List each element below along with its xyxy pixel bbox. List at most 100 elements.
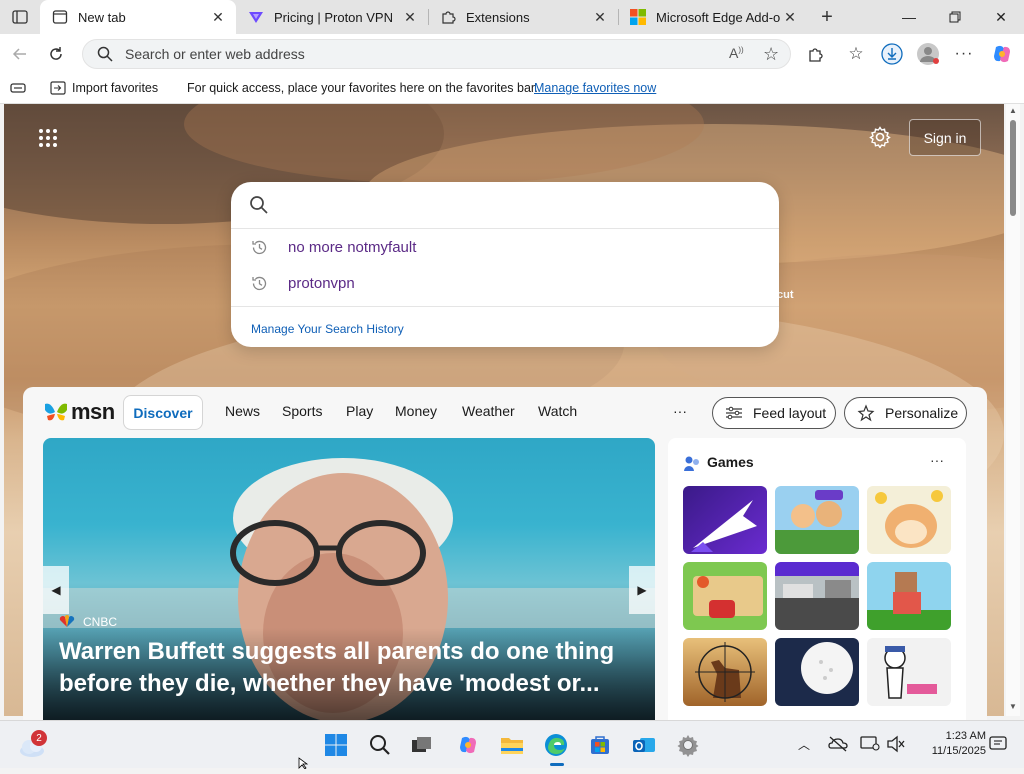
tab-label: Microsoft Edge Add-ons [656, 9, 780, 25]
close-tab-icon[interactable]: ✕ [780, 7, 800, 27]
game-tile[interactable] [683, 562, 767, 630]
copilot-taskbar-icon[interactable] [452, 729, 484, 761]
favorites-icon[interactable]: ☆ [840, 38, 872, 70]
profile-avatar-icon[interactable] [912, 38, 944, 70]
search-history-item[interactable]: no more notmyfault [231, 229, 779, 265]
copilot-icon[interactable] [986, 38, 1018, 70]
taskbar-search-icon[interactable] [364, 729, 396, 761]
game-tile[interactable] [775, 638, 859, 706]
tab-new-tab[interactable]: New tab ✕ [40, 0, 236, 34]
partial-shortcut-label: cut [777, 289, 794, 301]
restore-button[interactable] [932, 0, 978, 34]
tab-extensions[interactable]: Extensions ✕ [428, 0, 618, 34]
sign-in-button[interactable]: Sign in [909, 119, 981, 156]
settings-app-icon[interactable] [672, 729, 704, 761]
nav-play[interactable]: Play [346, 403, 373, 423]
outlook-icon[interactable] [628, 729, 660, 761]
minimize-button[interactable]: — [886, 0, 932, 34]
game-tile[interactable] [867, 486, 951, 554]
close-tab-icon[interactable]: ✕ [208, 7, 228, 27]
games-icon [683, 454, 701, 477]
source-label: CNBC [83, 615, 118, 629]
feed-layout-button[interactable]: Feed layout [712, 397, 836, 429]
scroll-thumb[interactable] [1010, 120, 1016, 216]
nav-money[interactable]: Money [395, 403, 437, 423]
scroll-up-arrow-icon[interactable]: ▲ [1009, 106, 1017, 115]
file-explorer-icon[interactable] [496, 729, 528, 761]
back-arrow-icon[interactable] [4, 38, 36, 70]
search-suggestions-popup: no more notmyfault protonvpn Manage Your… [231, 182, 779, 347]
windows-start-icon[interactable] [320, 729, 352, 761]
personalize-button[interactable]: Personalize [844, 397, 967, 429]
search-icon [249, 195, 269, 220]
read-aloud-icon[interactable]: A)) [729, 45, 744, 61]
tab-edge-addons[interactable]: Microsoft Edge Add-ons ✕ [618, 0, 808, 34]
game-tile[interactable] [775, 562, 859, 630]
downloads-icon[interactable] [876, 38, 908, 70]
app-launcher-icon[interactable] [38, 128, 58, 148]
onedrive-offline-icon[interactable] [828, 735, 848, 758]
scroll-down-arrow-icon[interactable]: ▼ [1009, 702, 1017, 711]
close-window-button[interactable]: ✕ [978, 0, 1024, 34]
reading-view-icon[interactable] [10, 81, 26, 98]
page-scrollbar[interactable]: ▲ ▼ [1006, 104, 1020, 716]
search-history-item[interactable]: protonvpn [231, 265, 779, 301]
manage-search-history-link[interactable]: Manage Your Search History [251, 322, 404, 336]
refresh-icon[interactable] [40, 38, 72, 70]
more-options-icon[interactable]: ··· [948, 38, 980, 70]
favorite-star-icon[interactable]: ☆ [763, 44, 779, 65]
windows-taskbar: 2 ︿ 1:23 AM 11/15/2025 [0, 720, 1024, 768]
nav-discover[interactable]: Discover [123, 395, 203, 430]
clock[interactable]: 1:23 AM 11/15/2025 [916, 729, 986, 759]
volume-muted-icon[interactable] [886, 735, 906, 758]
active-app-indicator [550, 763, 564, 766]
msn-logo[interactable]: msn [43, 397, 115, 427]
new-tab-page-icon [52, 9, 68, 25]
game-tile[interactable] [775, 486, 859, 554]
search-icon [97, 46, 113, 62]
carousel-next-button[interactable]: ▶ [629, 566, 655, 614]
close-tab-icon[interactable]: ✕ [400, 7, 420, 27]
microsoft-store-icon[interactable] [584, 729, 616, 761]
story-headline[interactable]: Warren Buffett suggests all parents do o… [59, 636, 619, 700]
tab-actions-icon[interactable] [8, 7, 32, 27]
carousel-prev-button[interactable]: ◀ [43, 566, 69, 614]
clock-date: 11/15/2025 [931, 745, 986, 757]
tab-proton-vpn[interactable]: Pricing | Proton VPN ✕ [236, 0, 428, 34]
notification-bell-icon[interactable] [989, 735, 1007, 758]
new-tab-button[interactable]: + [814, 5, 840, 29]
close-tab-icon[interactable]: ✕ [590, 7, 610, 27]
address-bar[interactable]: Search or enter web address A)) ☆ [82, 39, 791, 69]
nav-weather[interactable]: Weather [462, 403, 515, 423]
mouse-cursor-icon [298, 756, 310, 774]
edge-browser-icon[interactable] [540, 729, 572, 761]
extensions-icon[interactable] [800, 38, 832, 70]
extensions-puzzle-icon [440, 9, 456, 25]
nav-more-button[interactable]: ··· [673, 403, 687, 423]
import-favorites-link[interactable]: Import favorites [72, 81, 158, 95]
show-hidden-icons-chevron[interactable]: ︿ [798, 736, 810, 753]
nav-watch[interactable]: Watch [538, 403, 577, 423]
import-favorites-icon[interactable] [50, 80, 66, 99]
proton-vpn-icon [248, 9, 264, 25]
favorites-bar: Import favorites For quick access, place… [0, 74, 1024, 104]
game-tile[interactable] [683, 638, 767, 706]
nav-news[interactable]: News [225, 403, 260, 423]
game-tile[interactable] [683, 486, 767, 554]
browser-toolbar: Search or enter web address A)) ☆ ☆ ··· [0, 34, 1024, 74]
search-input[interactable] [279, 190, 759, 220]
game-tile[interactable] [867, 638, 951, 706]
hero-story-card[interactable]: ◀ ▶ CNBC Warren Buffett suggests all par… [43, 438, 655, 728]
game-tile[interactable] [867, 562, 951, 630]
nav-sports[interactable]: Sports [282, 403, 322, 423]
microsoft-logo-icon [630, 9, 646, 25]
msn-brand-text: msn [71, 399, 115, 424]
task-view-icon[interactable] [406, 729, 438, 761]
manage-favorites-link[interactable]: Manage favorites now [534, 81, 656, 95]
games-more-button[interactable]: ··· [930, 452, 944, 468]
display-icon[interactable] [860, 735, 880, 758]
headline-line: before they die, whether they have 'mode… [59, 670, 600, 697]
settings-gear-icon[interactable] [869, 126, 893, 150]
suggestion-label: no more notmyfault [288, 238, 417, 256]
feed-layout-label: Feed layout [753, 405, 827, 421]
